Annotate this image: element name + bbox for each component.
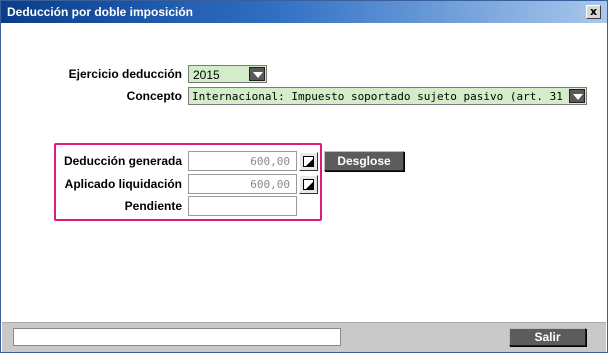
close-button[interactable]: x: [586, 5, 601, 19]
deduccion-generada-label: Deducción generada: [63, 154, 182, 168]
aplicado-liquidacion-field[interactable]: 600,00: [188, 174, 297, 194]
pendiente-label: Pendiente: [124, 199, 182, 213]
salir-button[interactable]: Salir: [509, 328, 586, 346]
window-title: Deducción por doble imposición: [7, 5, 194, 19]
ejercicio-select[interactable]: 2015: [188, 65, 267, 83]
chevron-down-icon[interactable]: [569, 89, 585, 103]
ejercicio-label: Ejercicio deducción: [68, 67, 182, 81]
deduccion-generada-field[interactable]: 600,00: [188, 151, 297, 171]
deduccion-generada-edit-button[interactable]: [299, 152, 318, 171]
edit-icon: [303, 156, 314, 167]
title-bar: Deducción por doble imposición x: [1, 1, 607, 23]
chevron-down-icon[interactable]: [249, 67, 265, 81]
pendiente-field[interactable]: [188, 196, 297, 216]
edit-icon: [303, 179, 314, 190]
concepto-select[interactable]: Internacional: Impuesto soportado sujeto…: [188, 87, 587, 105]
concepto-value: Internacional: Impuesto soportado sujeto…: [192, 90, 567, 103]
status-field: [13, 328, 341, 346]
aplicado-liquidacion-edit-button[interactable]: [299, 175, 318, 194]
dialog-window: Deducción por doble imposición x Ejercic…: [0, 0, 608, 353]
aplicado-liquidacion-label: Aplicado liquidación: [64, 177, 182, 191]
concepto-label: Concepto: [126, 89, 182, 103]
desglose-button[interactable]: Desglose: [324, 151, 404, 171]
ejercicio-value: 2015: [193, 68, 220, 82]
